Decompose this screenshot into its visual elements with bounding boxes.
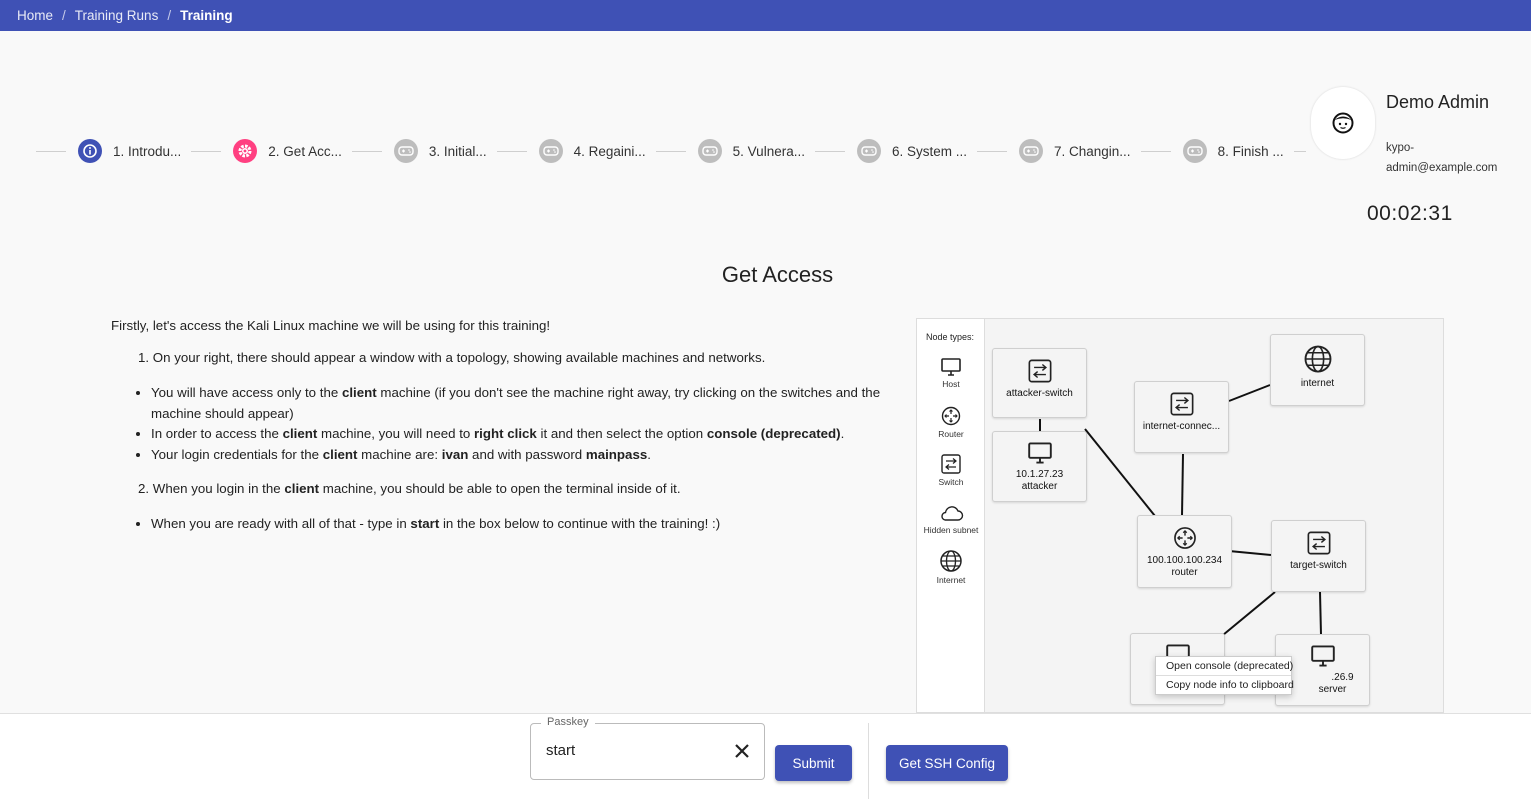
node-context-menu: Open console (deprecated) Copy node info… [1155, 656, 1294, 695]
breadcrumb-current: Training [180, 8, 233, 23]
step-label: 2. Get Acc... [268, 143, 342, 159]
step-connector [814, 150, 845, 152]
globe-icon [1304, 345, 1331, 373]
step-connector [1140, 150, 1171, 152]
step-connector [351, 150, 382, 152]
menu-item-copy-node-info[interactable]: Copy node info to clipboard [1156, 676, 1294, 694]
menu-item-open-console[interactable]: Open console (deprecated) [1156, 657, 1293, 676]
router-icon [1173, 527, 1196, 549]
intro-text: Firstly, let's access the Kali Linux mac… [111, 318, 551, 333]
switch-icon [1028, 359, 1051, 383]
breadcrumb-training-runs[interactable]: Training Runs [75, 8, 159, 23]
step-label: 8. Finish ... [1217, 143, 1284, 159]
avatar[interactable] [1311, 87, 1375, 159]
node-router[interactable]: 100.100.100.234 router [1137, 515, 1232, 588]
user-email: kypo-admin@example.com [1386, 142, 1498, 174]
face-icon [1332, 112, 1354, 134]
gamepad-icon [697, 139, 722, 163]
breadcrumb-home[interactable]: Home [17, 8, 53, 23]
router-icon [941, 406, 961, 426]
answer-bar: Passkey Submit Get SSH Config [0, 713, 1531, 799]
step-connector [1293, 150, 1306, 152]
monitor-icon [1310, 645, 1335, 667]
gear-icon [233, 139, 258, 163]
node-attacker-switch[interactable]: attacker-switch [992, 348, 1087, 418]
step-connector [655, 150, 686, 152]
list-item: Your login credentials for the client ma… [151, 445, 881, 466]
node-target-switch[interactable]: target-switch [1271, 520, 1366, 592]
instruction-2: 2. When you login in the client machine,… [138, 481, 681, 496]
switch-icon [1170, 392, 1193, 416]
node-types-legend: Node types: Host Router Switch Hidden su… [917, 319, 985, 712]
gamepad-icon [538, 139, 563, 163]
passkey-input[interactable] [546, 742, 716, 759]
divider [868, 723, 869, 799]
step-label: 6. System ... [891, 143, 967, 159]
submit-button[interactable]: Submit [775, 745, 852, 781]
gamepad-icon [856, 139, 881, 163]
step-label: 1. Introdu... [113, 143, 182, 159]
step-label: 5. Vulnera... [732, 143, 805, 159]
switch-icon [1307, 531, 1330, 555]
step-regaining[interactable]: 4. Regaini... [527, 139, 656, 163]
step-introduction[interactable]: 1. Introdu... [66, 139, 191, 163]
list-item: In order to access the client machine, y… [151, 424, 881, 445]
topology-canvas[interactable]: attacker-switch 10.1.27.23 attacker inte… [985, 319, 1443, 712]
step-system[interactable]: 6. System ... [845, 139, 977, 163]
legend-router: Router [917, 405, 985, 439]
passkey-field[interactable]: Passkey [530, 716, 765, 780]
level-stepper: 1. Introdu... 2. Get Acc... 3. Initial..… [36, 137, 1306, 165]
list-item: You will have access only to the client … [151, 383, 881, 424]
get-ssh-config-button[interactable]: Get SSH Config [886, 745, 1008, 781]
level-content: Firstly, let's access the Kali Linux mac… [111, 318, 881, 551]
node-attacker[interactable]: 10.1.27.23 attacker [992, 431, 1087, 502]
legend-title: Node types: [926, 332, 975, 342]
switch-icon [941, 454, 961, 474]
topology-panel[interactable]: Node types: Host Router Switch Hidden su… [916, 318, 1444, 713]
instruction-1: 1. On your right, there should appear a … [138, 350, 766, 365]
breadcrumb: Home / Training Runs / Training [0, 0, 1531, 31]
step-changing[interactable]: 7. Changin... [1007, 139, 1141, 163]
breadcrumb-separator: / [167, 8, 172, 23]
legend-hidden-subnet: Hidden subnet [917, 503, 985, 535]
page-title: Get Access [721, 262, 834, 287]
legend-host: Host [917, 357, 985, 389]
legend-internet: Internet [917, 549, 985, 585]
step-connector [977, 150, 1007, 152]
info-icon [78, 139, 102, 163]
step-get-access[interactable]: 2. Get Acc... [221, 139, 352, 163]
node-internet[interactable]: internet [1270, 334, 1365, 406]
step-vulnerability[interactable]: 5. Vulnera... [686, 139, 815, 163]
monitor-icon [941, 358, 961, 376]
step-connector [496, 150, 527, 152]
instruction-bullets: You will have access only to the client … [151, 383, 881, 465]
legend-switch: Switch [917, 453, 985, 487]
step-label: 4. Regaini... [573, 143, 646, 159]
step-connector [191, 150, 222, 152]
globe-icon [940, 550, 962, 572]
step-initial[interactable]: 3. Initial... [382, 139, 497, 163]
step-finish[interactable]: 8. Finish ... [1171, 139, 1294, 163]
user-name: Demo Admin [1386, 92, 1490, 112]
list-item: When you are ready with all of that - ty… [151, 514, 881, 535]
gamepad-icon [1019, 139, 1043, 163]
gamepad-icon [393, 139, 418, 163]
cloud-icon [941, 506, 964, 521]
gamepad-icon [1182, 139, 1207, 163]
step-connector [36, 150, 66, 152]
node-internet-connector[interactable]: internet-connec... [1134, 381, 1229, 453]
close-icon[interactable] [732, 741, 752, 761]
step-label: 3. Initial... [428, 143, 487, 159]
instruction-bullets: When you are ready with all of that - ty… [151, 514, 881, 535]
breadcrumb-separator: / [62, 8, 66, 23]
elapsed-timer: 00:02:31 [1367, 202, 1453, 225]
step-label: 7. Changin... [1054, 143, 1131, 159]
monitor-icon [1027, 442, 1052, 464]
passkey-label: Passkey [541, 716, 595, 728]
